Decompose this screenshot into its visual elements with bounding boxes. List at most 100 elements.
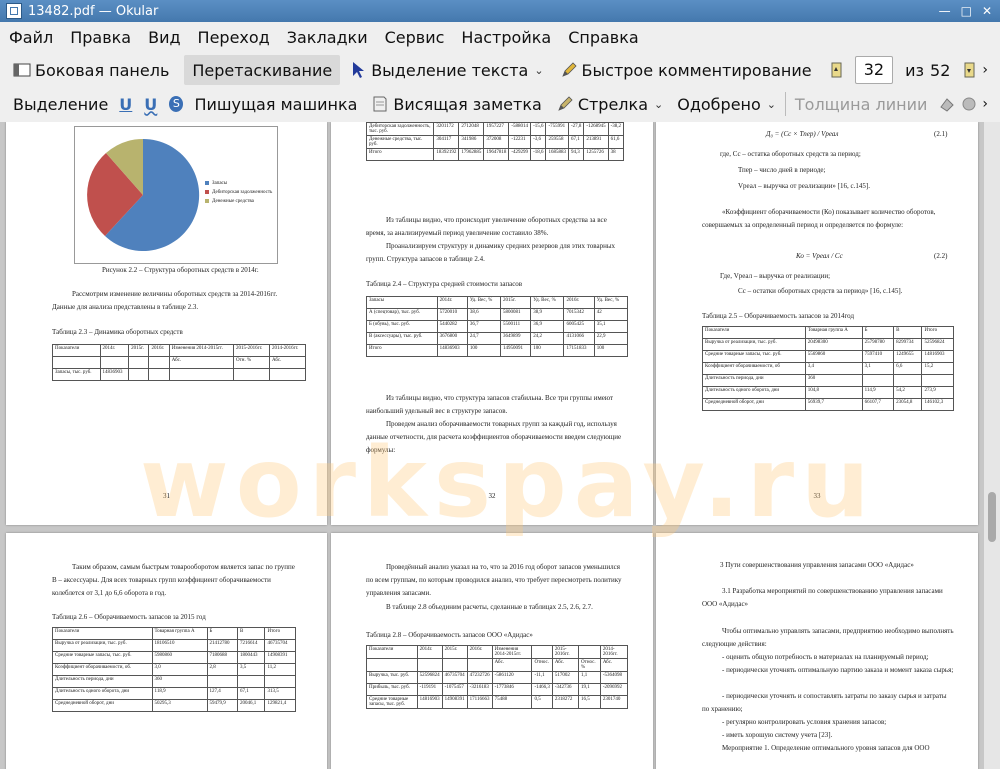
definition-line: Где, Vреал – выручка от реализации; [720, 272, 831, 280]
formula: Ко = Vреал / Сс [796, 252, 843, 260]
approved-label: Одобрено [677, 94, 761, 114]
drag-mode-button[interactable]: Перетаскивание [184, 55, 341, 85]
typewriter-button[interactable]: Пишущая машинка [189, 89, 362, 119]
previous-page-icon[interactable] [827, 61, 845, 79]
menu-view[interactable]: Вид [139, 28, 188, 47]
note-icon [373, 96, 387, 112]
page-number: 31 [163, 492, 170, 500]
document-viewport[interactable]: Запасы Дебиторская задолженность Денежны… [0, 122, 984, 769]
legend-entry: Денежные средства [212, 199, 254, 204]
chevron-down-icon[interactable]: ⌄ [654, 98, 663, 111]
pdf-page: Проведённый анализ указал на то, что за … [331, 533, 653, 769]
table-title: Таблица 2.5 – Оборачиваемость запасов за… [702, 312, 855, 320]
arrow-label: Стрелка [577, 94, 648, 114]
data-table: Показатели Товарная группа А Б В Итого Выруч… [52, 627, 296, 712]
stamp-button[interactable]: Одобрено ⌄ [672, 89, 781, 119]
window-titlebar: 13482.pdf — Okular — □ ✕ [0, 0, 1000, 22]
paragraph: Проанализируем структуру и динамику сред… [366, 242, 616, 263]
subsection-heading: 3.1 Разработка мероприятий по совершенст… [702, 587, 943, 608]
menubar: Файл Правка Вид Переход Закладки Сервис … [0, 22, 1000, 52]
pdf-page: Дебиторская задолженность, тыс. руб. 3201… [331, 122, 653, 525]
pdf-page: Таким образом, самым быстрым товарооборо… [6, 533, 327, 769]
paragraph: Рассмотрим изменение величины оборотных … [52, 290, 278, 311]
minimize-icon[interactable]: — [939, 4, 951, 18]
formula: Д₀ = (Сс × Тпер) / Vреал [766, 130, 839, 138]
formula-number: (2.2) [934, 252, 948, 260]
menu-tools[interactable]: Сервис [376, 28, 453, 47]
sidebar-icon [13, 63, 31, 77]
pie-chart-frame: Запасы Дебиторская задолженность Денежны… [74, 126, 278, 264]
highlight-button[interactable]: Выделение [8, 89, 113, 119]
sidebar-button[interactable]: Боковая панель [8, 55, 174, 85]
data-table: Показатели 2014г. 2015г. 2016г. Изменения 20… [366, 645, 629, 709]
page-of-label: из [905, 60, 925, 80]
pdf-page: Запасы Дебиторская задолженность Денежны… [6, 122, 327, 525]
line-width-button[interactable]: Толщина линии [790, 89, 933, 119]
data-table: Показатели Товарная группа А Б В Итого Выруч… [702, 326, 954, 411]
list-item: - регулярно контролировать условия хране… [722, 718, 887, 726]
toolbar-overflow-icon[interactable]: › [982, 62, 988, 78]
toolbar-separator [785, 92, 786, 116]
text-select-label: Выделение текста [371, 60, 529, 80]
pdf-page: 3 Пути совершенствования управления запа… [656, 533, 978, 769]
pie-chart [87, 138, 200, 251]
definition-line: Сс – остатки оборотных средств за период… [738, 287, 903, 295]
definition-line: Vреал – выручка от реализации» [16, с.14… [738, 182, 870, 190]
page-number-input[interactable]: 32 [854, 56, 894, 84]
typewriter-label: Пишущая машинка [194, 94, 358, 114]
list-item: - периодически уточнять оптимальную парт… [722, 666, 954, 674]
chart-legend: Запасы Дебиторская задолженность Денежны… [205, 179, 272, 206]
table-title: Таблица 2.3 – Динамика оборотных средств [52, 328, 183, 336]
paragraph: Таким образом, самым быстрым товарооборо… [52, 563, 295, 597]
next-page-icon[interactable] [960, 61, 978, 79]
table-title: Таблица 2.8 – Оборачиваемость запасов ОО… [366, 631, 533, 639]
list-item: - оценить общую потребность в материалах… [722, 653, 929, 661]
annotation-toolbar: Выделение U U S Пишущая машинка Висящая … [0, 86, 1000, 123]
table-title: Таблица 2.6 – Оборачиваемость запасов за… [52, 613, 206, 621]
underline-icon[interactable]: U [119, 95, 132, 114]
table-title: Таблица 2.4 – Структура средней стоимост… [366, 280, 523, 288]
pen-icon [561, 62, 577, 77]
text-select-button[interactable]: Выделение текста ⌄ [344, 55, 548, 85]
menu-bookmarks[interactable]: Закладки [278, 28, 376, 47]
data-table: Показатели 2014г. 2015г. 2016г. Изменения 20… [52, 344, 307, 381]
paragraph: Мероприятие 1. Определение оптимального … [722, 744, 930, 752]
chevron-down-icon[interactable]: ⌄ [534, 64, 543, 77]
popup-note-label: Висящая заметка [393, 94, 542, 114]
figure-caption: Рисунок 2.2 – Структура оборотных средст… [102, 266, 259, 274]
data-table: Запасы 2014г. Уд. Вес, % 2015г. Уд. Вес, % 20… [366, 296, 629, 357]
vertical-scrollbar[interactable] [984, 122, 1000, 769]
fill-color-icon[interactable] [938, 95, 956, 113]
menu-file[interactable]: Файл [0, 28, 61, 47]
paragraph: Проведем анализ оборачиваемости товарных… [366, 420, 622, 454]
paragraph: В таблице 2.8 объединим расчеты, сделанн… [386, 603, 593, 611]
definition-line: Тпер – число дней в периоде; [738, 166, 826, 174]
arrow-button[interactable]: Стрелка ⌄ [551, 89, 668, 119]
popup-note-button[interactable]: Висящая заметка [366, 89, 546, 119]
menu-help[interactable]: Справка [559, 28, 647, 47]
list-item: - иметь хорошую систему учета [23]. [722, 731, 833, 739]
main-toolbar: Боковая панель Перетаскивание Выделение … [0, 52, 1000, 88]
strikeout-icon[interactable]: S [169, 96, 184, 112]
section-heading: 3 Пути совершенствования управления запа… [720, 561, 914, 569]
legend-entry: Запасы [212, 181, 228, 186]
toolbar-overflow-icon[interactable]: › [982, 96, 988, 112]
window-title: 13482.pdf — Okular [28, 3, 159, 19]
highlight-label: Выделение [13, 94, 109, 114]
close-icon[interactable]: ✕ [982, 4, 992, 18]
maximize-icon[interactable]: □ [961, 4, 972, 18]
pen-icon [558, 96, 573, 111]
opacity-icon[interactable] [960, 95, 978, 113]
line-width-label: Толщина линии [794, 94, 928, 114]
sidebar-label: Боковая панель [35, 60, 170, 80]
paragraph: Из таблицы видно, что структура запасов … [366, 394, 614, 415]
quick-comment-button[interactable]: Быстрое комментирование [555, 55, 817, 85]
chevron-down-icon[interactable]: ⌄ [767, 98, 776, 111]
squiggle-icon[interactable]: U [144, 95, 157, 114]
menu-go[interactable]: Переход [189, 28, 278, 47]
formula-number: (2.1) [934, 130, 948, 138]
paragraph: Проведённый анализ указал на то, что за … [366, 563, 622, 597]
menu-settings[interactable]: Настройка [452, 28, 559, 47]
scrollbar-thumb[interactable] [988, 492, 996, 542]
menu-edit[interactable]: Правка [61, 28, 139, 47]
